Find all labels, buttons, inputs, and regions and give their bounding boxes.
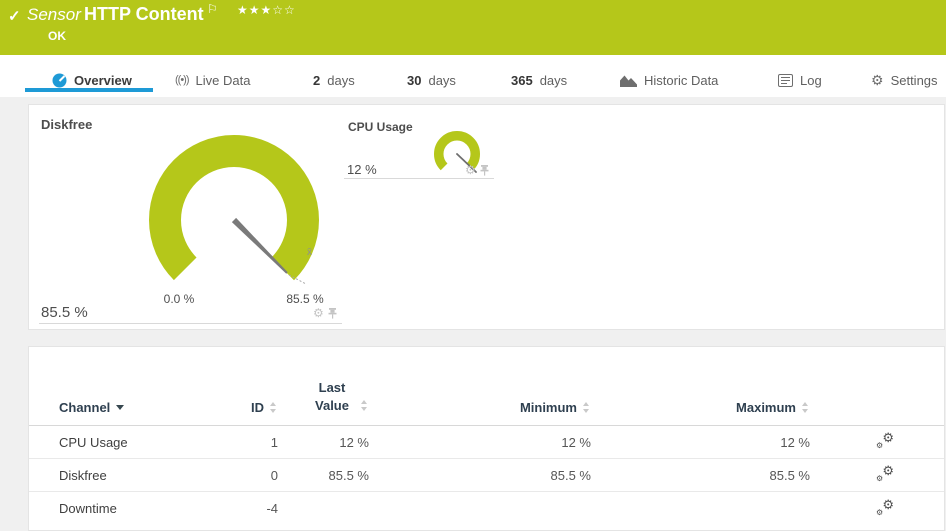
channel-row-cpu-usage[interactable]: CPU Usage 1 12 % 12 % 12 % ⚙ ⚙	[29, 426, 944, 459]
channel-name[interactable]: CPU Usage	[29, 426, 219, 459]
gear-icon: ⚙	[871, 71, 884, 88]
tab-settings-label: Settings	[890, 72, 938, 88]
sort-icon	[360, 400, 369, 412]
column-header-maximum-label: Maximum	[736, 400, 796, 416]
tab-settings[interactable]: ⚙ Settings	[871, 68, 938, 92]
column-header-minimum[interactable]: Minimum	[369, 347, 591, 427]
diskfree-scale-max: 85.5 %	[286, 292, 324, 306]
tab-bar: Overview ((•)) Live Data 2 days 30 days …	[0, 55, 946, 97]
channel-maximum: 85.5 %	[591, 458, 810, 492]
channel-minimum: 85.5 %	[369, 458, 591, 492]
channel-table: Channel ID Last Value Minimum Maximum CP…	[29, 347, 944, 525]
tab-365-days-label: days	[539, 72, 568, 88]
sort-icon	[801, 402, 810, 414]
column-header-last-value-label: Last Value	[315, 380, 349, 414]
channel-minimum	[369, 491, 591, 525]
column-header-maximum[interactable]: Maximum	[591, 347, 810, 427]
diskfree-panel-tools: ⚙	[313, 307, 337, 319]
tab-live-data[interactable]: ((•)) Live Data	[175, 68, 250, 92]
gauge-settings-icon[interactable]: ⚙	[313, 307, 324, 319]
flag-icon[interactable]: ⚐	[207, 2, 218, 16]
gauge-icon	[52, 73, 67, 87]
sort-icon	[269, 402, 278, 414]
column-header-id[interactable]: ID	[219, 347, 278, 427]
tab-historic-data-label: Historic Data	[644, 72, 719, 88]
diskfree-gauge	[149, 135, 319, 305]
channel-row-downtime[interactable]: Downtime -4 ⚙ ⚙	[29, 491, 944, 525]
channel-table-header-row: Channel ID Last Value Minimum Maximum	[29, 347, 944, 427]
sort-icon	[582, 402, 591, 414]
channel-settings-icon[interactable]: ⚙ ⚙	[876, 497, 894, 517]
channel-name[interactable]: Downtime	[29, 491, 219, 525]
channel-minimum: 12 %	[561, 434, 591, 450]
area-chart-icon	[620, 75, 637, 87]
column-header-minimum-label: Minimum	[519, 400, 577, 416]
sensor-status-text: OK	[48, 29, 66, 43]
tab-365-days-number: 365	[511, 72, 533, 88]
gauges-card: Diskfree x̄ 0.0 % 85.5 % 85.5 % ⚙ CPU Us…	[28, 104, 945, 330]
channel-name[interactable]: Diskfree	[29, 458, 219, 492]
tab-30-days-number: 30	[407, 72, 422, 88]
tab-live-data-label: Live Data	[195, 72, 251, 88]
tab-log-label: Log	[800, 72, 822, 88]
column-header-last-value[interactable]: Last Value	[278, 347, 369, 427]
channel-last-value: 85.5 %	[278, 458, 369, 492]
channel-id: 1	[270, 434, 278, 450]
gauge-settings-icon[interactable]: ⚙	[465, 164, 476, 176]
column-header-channel-label: Channel	[59, 400, 111, 416]
sort-desc-icon	[116, 405, 125, 411]
tab-30-days[interactable]: 30 days	[407, 68, 456, 92]
cpu-current-value: 12 %	[347, 162, 377, 177]
sensor-name: HTTP Content	[84, 4, 204, 24]
priority-stars[interactable]: ★★★☆☆	[237, 3, 296, 17]
column-header-channel[interactable]: Channel	[29, 347, 219, 427]
tab-2-days-label: days	[327, 72, 355, 88]
channel-settings-icon[interactable]: ⚙ ⚙	[876, 430, 894, 450]
tab-log[interactable]: Log	[778, 68, 822, 92]
channel-id: -4	[219, 491, 278, 525]
tab-historic-data[interactable]: Historic Data	[620, 68, 718, 92]
broadcast-icon: ((•))	[175, 74, 189, 86]
channel-maximum: 12 %	[780, 434, 810, 450]
tab-30-days-label: days	[428, 72, 456, 88]
prtg-sensor-page: ✓ Sensor HTTP Content ⚐ ★★★☆☆ OK Overvie…	[0, 0, 946, 531]
column-header-id-label: ID	[251, 400, 264, 416]
channel-settings-icon[interactable]: ⚙ ⚙	[876, 463, 894, 483]
tab-overview-label: Overview	[74, 72, 132, 88]
channel-table-card: Channel ID Last Value Minimum Maximum CP…	[28, 346, 945, 531]
channel-id: 0	[219, 458, 278, 492]
stars-filled: ★★★	[237, 3, 273, 17]
sensor-status-header: ✓ Sensor HTTP Content ⚐ ★★★☆☆ OK	[0, 0, 946, 55]
diskfree-gauge-title: Diskfree	[41, 117, 93, 132]
column-header-actions	[810, 347, 944, 427]
cpu-panel-divider	[344, 178, 494, 179]
channel-last-value: 12 %	[339, 434, 369, 450]
status-ok-check-icon: ✓	[8, 8, 21, 25]
stars-empty: ☆☆	[272, 3, 296, 17]
tab-2-days[interactable]: 2 days	[313, 68, 355, 92]
tab-365-days[interactable]: 365 days	[511, 68, 567, 92]
cpu-gauge-title: CPU Usage	[348, 120, 413, 134]
diskfree-current-value: 85.5 %	[41, 304, 88, 321]
log-list-icon	[778, 73, 793, 87]
diskfree-scale-min: 0.0 %	[163, 292, 195, 306]
pin-icon[interactable]	[480, 164, 489, 176]
diskfree-mean-marker: x̄	[307, 247, 312, 258]
cpu-panel-tools: ⚙	[465, 164, 489, 176]
channel-maximum	[591, 491, 810, 525]
diskfree-panel-divider	[39, 323, 342, 324]
channel-last-value	[278, 491, 369, 525]
sensor-kind-label: Sensor	[27, 5, 81, 24]
pin-icon[interactable]	[328, 307, 337, 319]
active-tab-underline	[25, 88, 153, 92]
tab-2-days-number: 2	[313, 72, 321, 88]
channel-row-diskfree[interactable]: Diskfree 0 85.5 % 85.5 % 85.5 % ⚙ ⚙	[29, 458, 944, 492]
